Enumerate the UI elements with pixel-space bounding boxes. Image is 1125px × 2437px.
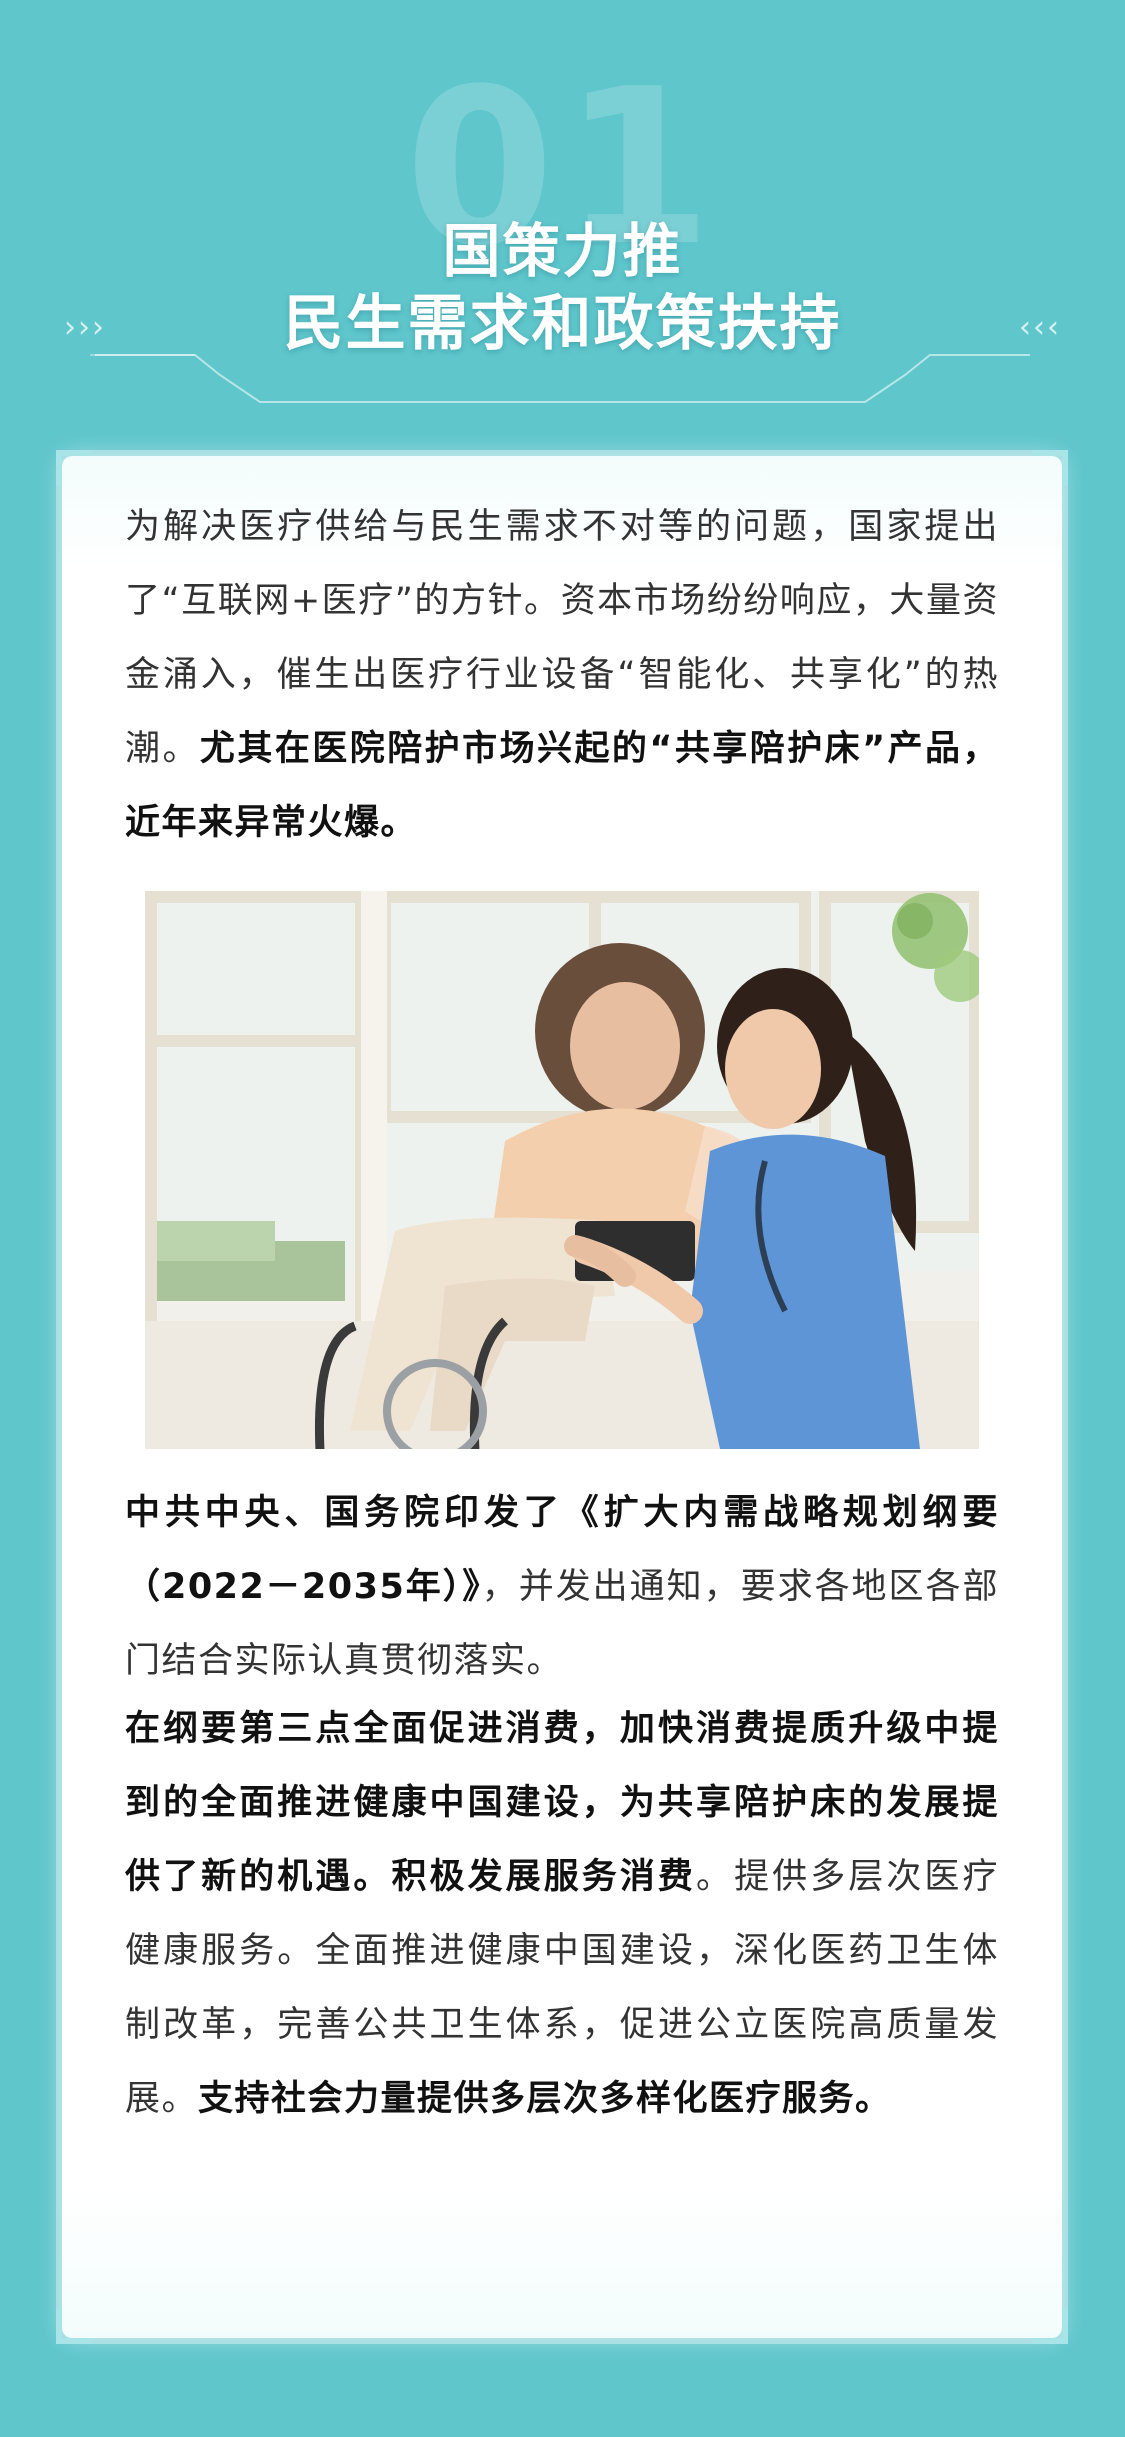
chevrons-left-icon: ››› [64, 310, 106, 345]
details-highlight-2: 支持社会力量提供多层次多样化医疗服务。 [198, 2079, 892, 2119]
content-card: 为解决医疗供给与民生需求不对等的问题，国家提出了“互联网+医疗”的方针。资本市场… [56, 450, 1068, 2344]
intro-highlight: 尤其在医院陪护市场兴起的“共享陪护床”产品，近年来异常火爆。 [125, 729, 999, 843]
section-title-line1: 国策力推 [442, 217, 683, 285]
paragraph-policy: 中共中央、国务院印发了《扩大内需战略规划纲要（2022－2035年）》，并发出通… [125, 1476, 999, 1698]
paragraph-intro: 为解决医疗供给与民生需求不对等的问题，国家提出了“互联网+医疗”的方针。资本市场… [125, 490, 999, 860]
section-header: 01 国策力推 民生需求和政策扶持 ››› ‹‹‹ [0, 0, 1125, 440]
corner-decor [1032, 2308, 1068, 2344]
paragraph-details: 在纲要第三点全面促进消费，加快消费提质升级中提到的全面推进健康中国建设，为共享陪… [125, 1692, 999, 2136]
chevrons-right-icon: ‹‹‹ [1019, 310, 1061, 345]
nurse-and-patient-photo [145, 891, 979, 1449]
section-title-line2: 民生需求和政策扶持 [283, 289, 842, 359]
corner-decor [1032, 450, 1068, 486]
photo-illustration [145, 891, 979, 1449]
corner-decor [56, 2308, 92, 2344]
corner-decor [56, 450, 92, 486]
